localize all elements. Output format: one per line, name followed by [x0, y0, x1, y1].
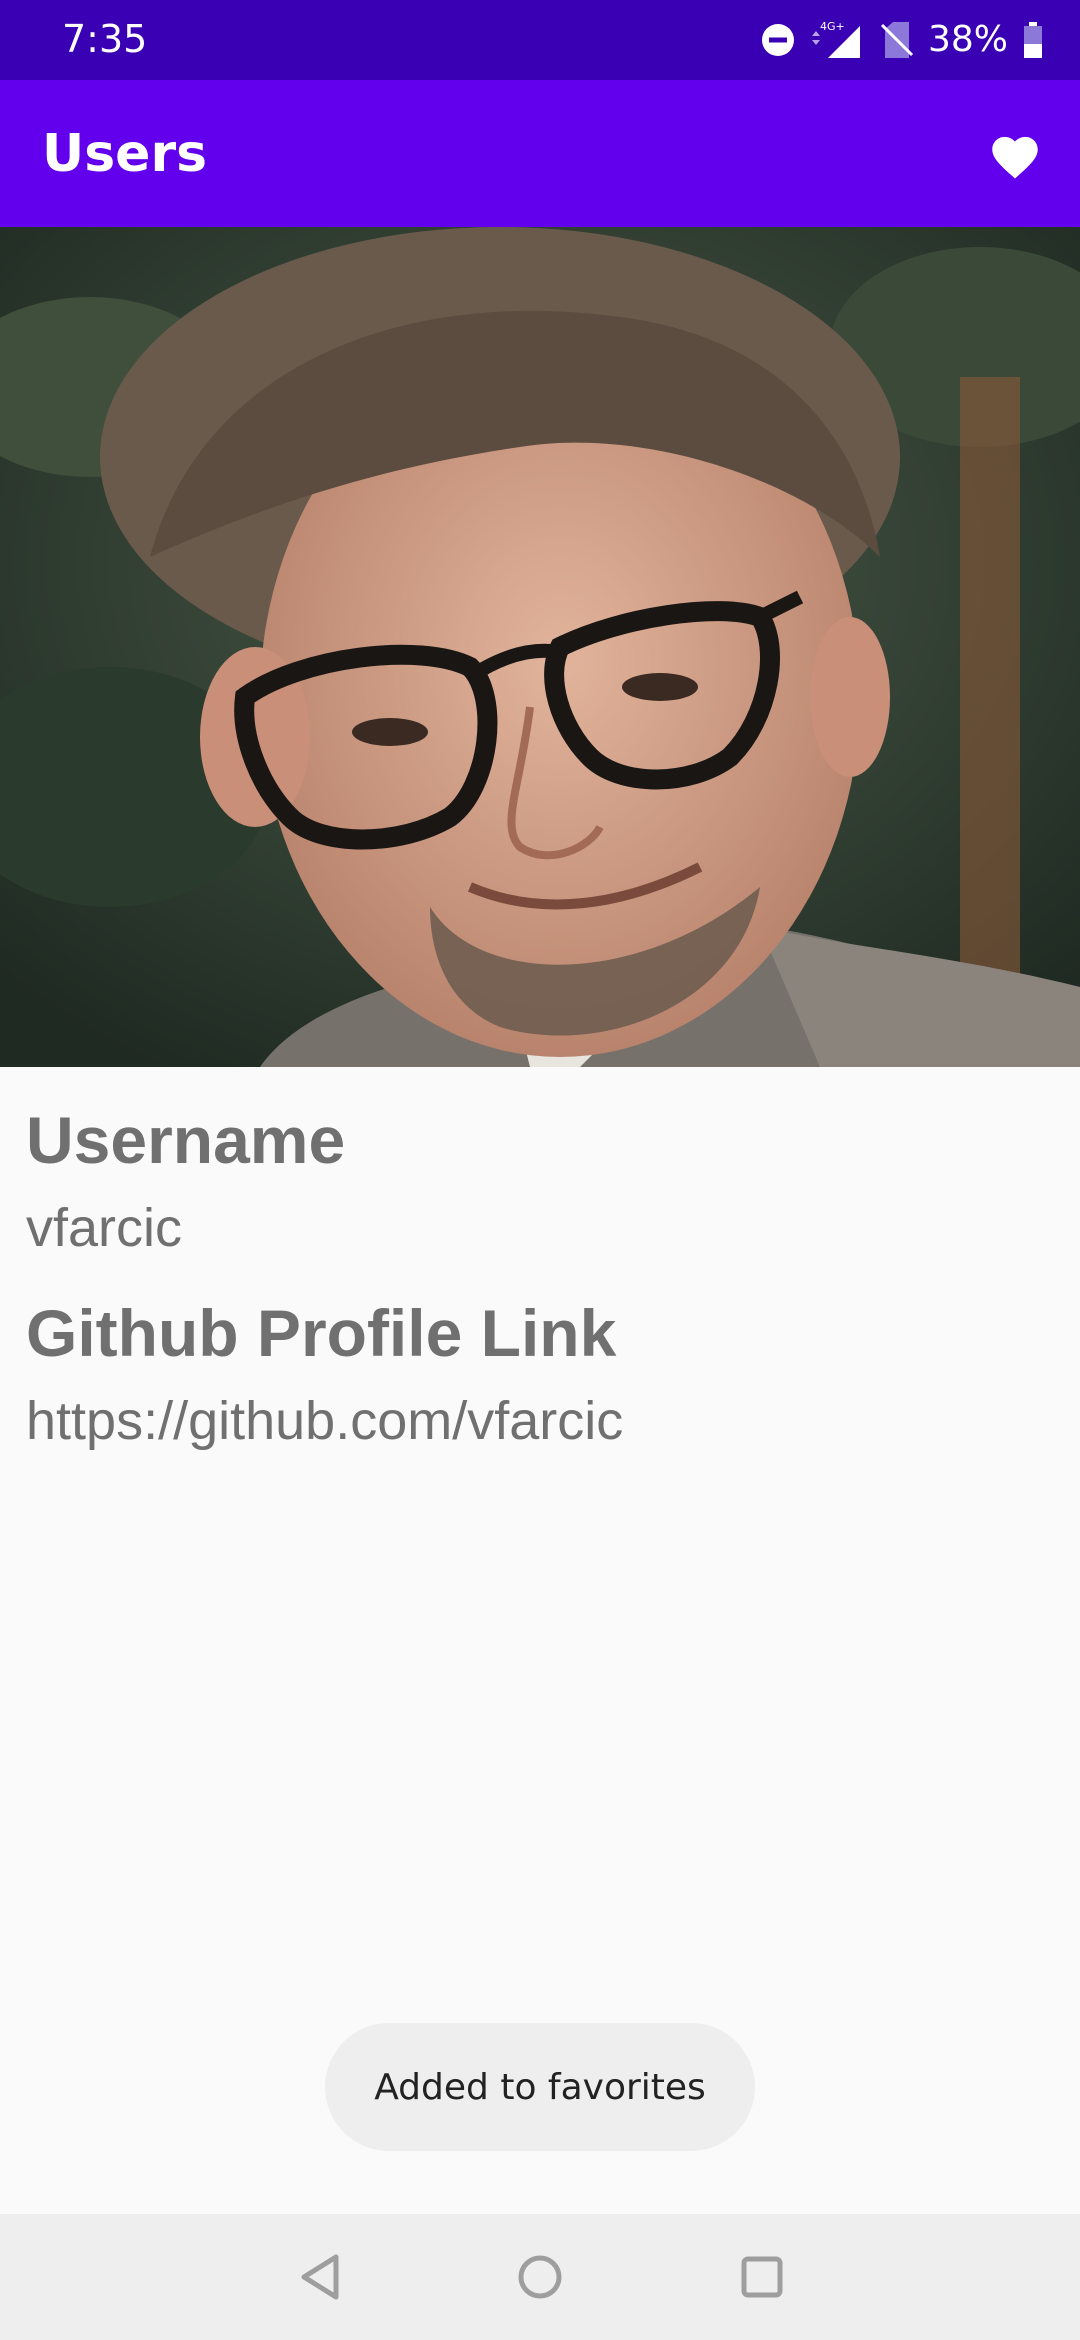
network-type-label: 4G+	[820, 20, 845, 33]
avatar-image	[0, 227, 1080, 1067]
user-avatar	[0, 227, 1080, 1067]
github-profile-link[interactable]: https://github.com/vfarcic	[26, 1388, 623, 1454]
system-nav-bar	[0, 2214, 1080, 2340]
page-title: Users	[42, 124, 208, 184]
home-button[interactable]	[510, 2247, 570, 2307]
status-time: 7:35	[62, 17, 148, 61]
recents-button[interactable]	[732, 2247, 792, 2307]
battery-percent: 38%	[927, 19, 1008, 60]
username-value: vfarcic	[26, 1198, 183, 1258]
back-button[interactable]	[290, 2247, 350, 2307]
status-icons: 4G+ 38%	[760, 16, 1044, 64]
toast-message: Added to favorites	[325, 2023, 755, 2151]
do-not-disturb-icon	[761, 24, 794, 56]
username-label: Username	[26, 1103, 346, 1177]
favorite-button[interactable]	[980, 120, 1050, 190]
app-bar: Users	[0, 80, 1080, 227]
signal-icon: 4G+	[811, 20, 860, 58]
back-icon	[301, 2254, 339, 2300]
status-bar: 7:35 4G+ 38%	[0, 0, 1080, 80]
battery-icon	[1024, 22, 1042, 58]
no-sim-icon	[880, 22, 914, 58]
github-profile-label: Github Profile Link	[26, 1296, 617, 1370]
recents-icon	[741, 2256, 783, 2298]
home-icon	[518, 2255, 562, 2299]
heart-icon	[992, 136, 1038, 179]
